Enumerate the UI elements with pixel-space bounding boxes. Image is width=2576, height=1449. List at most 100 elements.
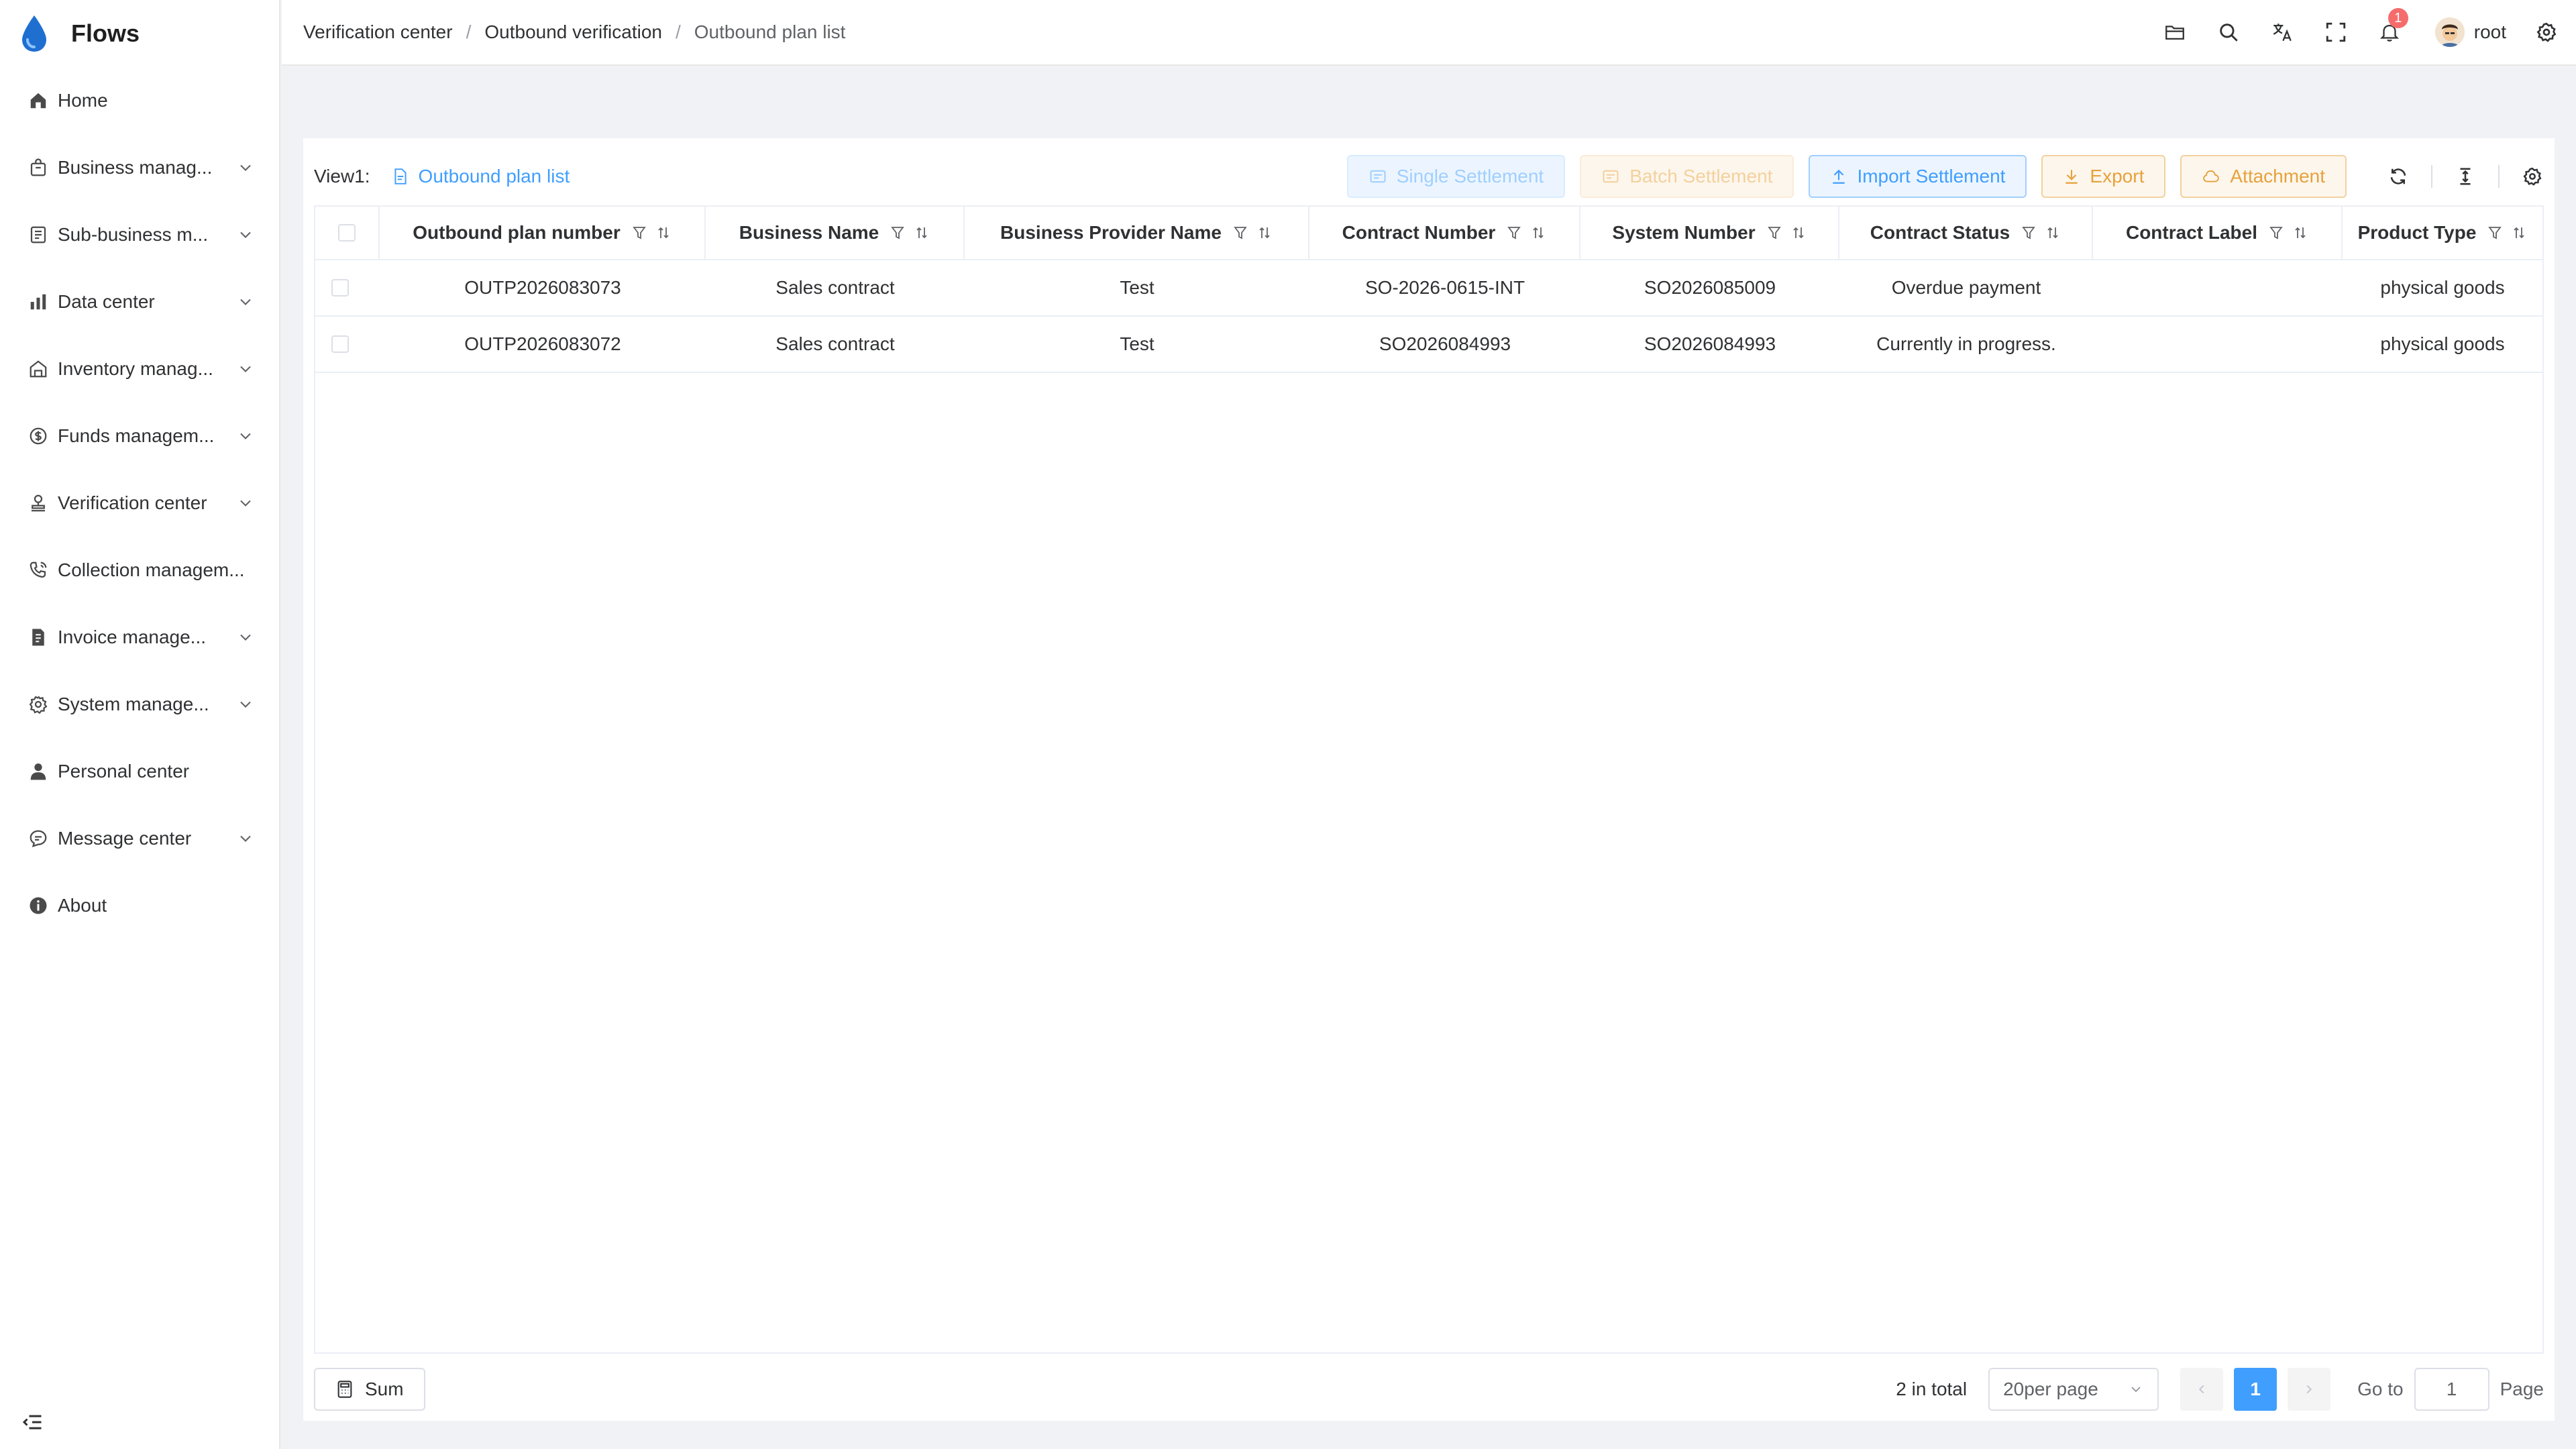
coin-icon bbox=[27, 425, 50, 447]
view-tab[interactable]: Outbound plan list bbox=[392, 166, 570, 187]
filter-icon[interactable] bbox=[890, 225, 906, 241]
single-settlement-label: Single Settlement bbox=[1396, 166, 1544, 186]
page-number-active[interactable]: 1 bbox=[2234, 1368, 2277, 1411]
breadcrumb-item[interactable]: Outbound verification bbox=[484, 21, 662, 43]
column-height-icon[interactable] bbox=[2454, 165, 2477, 188]
bell-icon[interactable]: 1 bbox=[2376, 8, 2408, 46]
filter-icon[interactable] bbox=[2021, 225, 2037, 241]
username: root bbox=[2473, 21, 2506, 42]
attachment-button[interactable]: Attachment bbox=[2180, 155, 2347, 198]
fullscreen-icon[interactable] bbox=[2322, 19, 2349, 46]
stamp-icon bbox=[27, 492, 50, 515]
settlement-icon bbox=[1603, 170, 1619, 183]
sidebar-item-system[interactable]: System manage... bbox=[0, 671, 279, 738]
batch-settlement-label: Batch Settlement bbox=[1629, 166, 1773, 186]
action-buttons: Single Settlement Batch Settlement Impor… bbox=[1332, 155, 2544, 198]
sidebar-item-label: Home bbox=[58, 90, 108, 111]
sidebar-item-message-center[interactable]: Message center bbox=[0, 805, 279, 872]
table-cell: Overdue payment bbox=[1891, 277, 2041, 298]
sort-icon[interactable] bbox=[1256, 225, 1273, 241]
sidebar-item-inventory[interactable]: Inventory manag... bbox=[0, 335, 279, 402]
column-header: System Number bbox=[1580, 207, 1839, 259]
table-cell: OUTP2026083072 bbox=[464, 333, 621, 354]
goto-page-input[interactable]: 1 bbox=[2414, 1368, 2489, 1411]
sort-icon[interactable] bbox=[2045, 225, 2061, 241]
table-footer: Sum 2 in total 20per page 1 Go to 1 Page bbox=[314, 1367, 2544, 1411]
sidebar-item-invoice[interactable]: Invoice manage... bbox=[0, 604, 279, 671]
pagination: 2 in total 20per page 1 Go to 1 Page bbox=[1896, 1368, 2544, 1411]
batch-settlement-button[interactable]: Batch Settlement bbox=[1580, 155, 1794, 198]
table-row[interactable]: OUTP2026083073 Sales contract Test SO-20… bbox=[315, 260, 2542, 317]
sort-icon[interactable] bbox=[655, 225, 672, 241]
collapse-sidebar-icon[interactable] bbox=[20, 1410, 44, 1434]
export-label: Export bbox=[2090, 166, 2145, 186]
sidebar-item-sub-business[interactable]: Sub-business m... bbox=[0, 201, 279, 268]
table-cell: OUTP2026083073 bbox=[464, 277, 621, 298]
select-all-checkbox[interactable] bbox=[338, 224, 356, 241]
sum-label: Sum bbox=[365, 1379, 404, 1399]
filter-icon[interactable] bbox=[2487, 225, 2503, 241]
row-checkbox[interactable] bbox=[331, 279, 349, 297]
sort-icon[interactable] bbox=[1790, 225, 1807, 241]
logo[interactable]: Flows bbox=[0, 0, 279, 67]
import-settlement-button[interactable]: Import Settlement bbox=[1809, 155, 2027, 198]
table-cell: Test bbox=[1120, 277, 1155, 298]
filter-icon[interactable] bbox=[1506, 225, 1522, 241]
translate-icon[interactable] bbox=[2269, 19, 2296, 46]
download-icon bbox=[2065, 170, 2078, 184]
filter-icon[interactable] bbox=[2268, 225, 2284, 241]
sidebar-item-business-management[interactable]: Business manag... bbox=[0, 134, 279, 201]
chevron-down-icon bbox=[240, 231, 251, 238]
page-size-select[interactable]: 20per page bbox=[1988, 1368, 2159, 1411]
settings-gear-icon[interactable] bbox=[2533, 19, 2560, 46]
sidebar-item-funds[interactable]: Funds managem... bbox=[0, 402, 279, 470]
user-icon bbox=[27, 760, 50, 783]
breadcrumb-item[interactable]: Verification center bbox=[303, 21, 453, 43]
column-title: System Number bbox=[1612, 222, 1756, 243]
sort-icon[interactable] bbox=[1530, 225, 1546, 241]
filter-icon[interactable] bbox=[631, 225, 647, 241]
sidebar-item-label: About bbox=[58, 895, 107, 916]
column-header: Business Name bbox=[706, 207, 965, 259]
filter-icon[interactable] bbox=[1232, 225, 1248, 241]
prev-page-button[interactable] bbox=[2180, 1368, 2224, 1411]
phone-call-icon bbox=[27, 559, 50, 582]
search-icon[interactable] bbox=[2215, 19, 2242, 46]
sidebar-item-verification-center[interactable]: Verification center bbox=[0, 470, 279, 537]
divider bbox=[2431, 165, 2432, 188]
sort-icon[interactable] bbox=[2511, 225, 2527, 241]
column-header: Contract Status bbox=[1839, 207, 2093, 259]
chevron-down-icon bbox=[240, 835, 251, 842]
attachment-label: Attachment bbox=[2230, 166, 2325, 186]
sidebar-item-collection[interactable]: Collection managem... bbox=[0, 537, 279, 604]
home-icon bbox=[27, 89, 50, 112]
notification-badge: 1 bbox=[2387, 8, 2408, 28]
sum-button[interactable]: Sum bbox=[314, 1368, 425, 1411]
breadcrumb-separator: / bbox=[675, 21, 681, 42]
export-button[interactable]: Export bbox=[2041, 155, 2166, 198]
chevron-left-icon bbox=[2199, 1385, 2204, 1394]
table-cell: SO2026084993 bbox=[1379, 333, 1511, 354]
column-title: Business Provider Name bbox=[1000, 222, 1222, 243]
breadcrumb-current: Outbound plan list bbox=[694, 21, 846, 42]
sort-icon[interactable] bbox=[2292, 225, 2308, 241]
sidebar-item-data-center[interactable]: Data center bbox=[0, 268, 279, 335]
table-row[interactable]: OUTP2026083072 Sales contract Test SO202… bbox=[315, 317, 2542, 373]
sidebar-item-personal-center[interactable]: Personal center bbox=[0, 738, 279, 805]
folder-icon[interactable] bbox=[2161, 19, 2188, 46]
sort-icon[interactable] bbox=[914, 225, 930, 241]
sidebar-item-home[interactable]: Home bbox=[0, 67, 279, 134]
sidebar-item-about[interactable]: About bbox=[0, 872, 279, 939]
row-select-cell bbox=[315, 260, 380, 315]
chevron-down-icon bbox=[240, 634, 251, 641]
single-settlement-button[interactable]: Single Settlement bbox=[1346, 155, 1566, 198]
column-settings-icon[interactable] bbox=[2521, 165, 2544, 188]
calculator-icon bbox=[337, 1381, 352, 1398]
refresh-icon[interactable] bbox=[2387, 165, 2410, 188]
column-title: Contract Label bbox=[2125, 222, 2258, 243]
filter-icon[interactable] bbox=[1766, 225, 1782, 241]
user-menu[interactable]: root bbox=[2434, 17, 2506, 47]
row-checkbox[interactable] bbox=[331, 335, 349, 353]
next-page-button[interactable] bbox=[2288, 1368, 2331, 1411]
chevron-down-icon bbox=[240, 299, 251, 305]
